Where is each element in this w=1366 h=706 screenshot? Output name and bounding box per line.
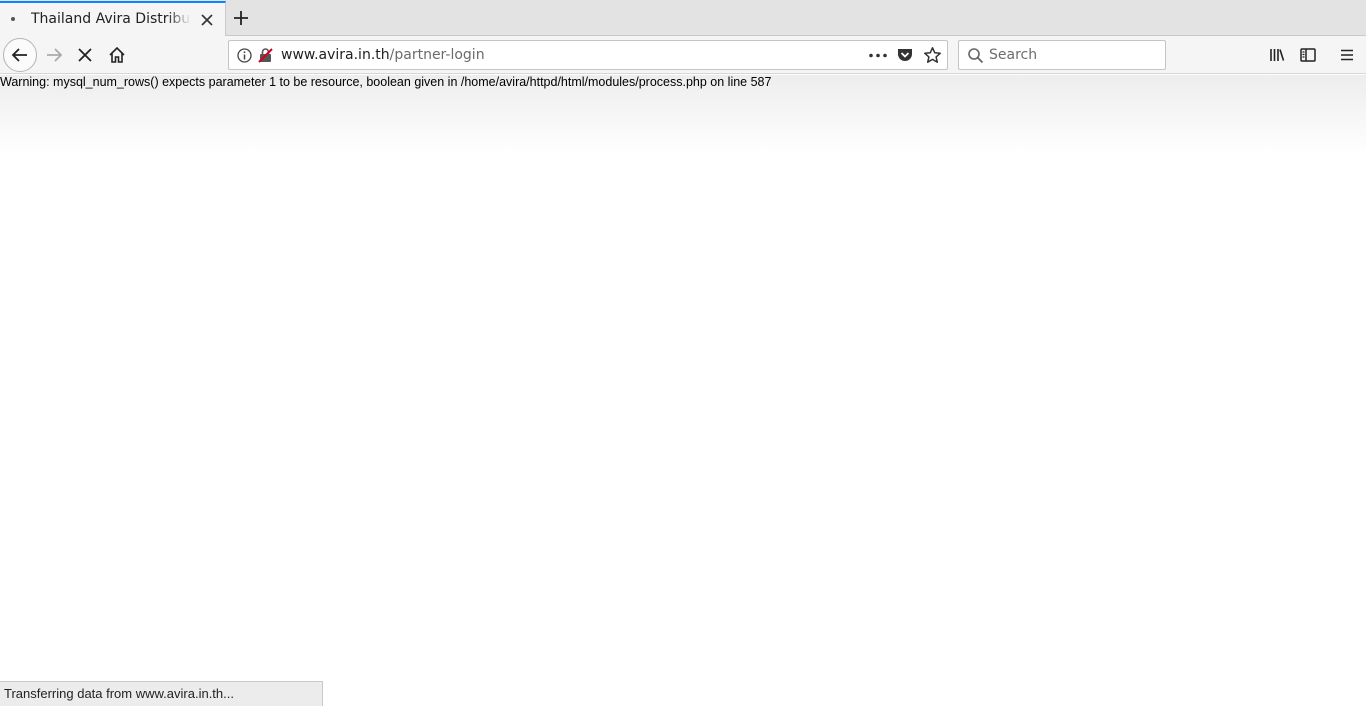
forward-arrow-icon[interactable] [41, 42, 67, 68]
plus-icon[interactable] [229, 6, 253, 30]
status-panel: Transferring data from www.avira.in.th..… [0, 681, 323, 706]
url-domain: www.avira.in.th [281, 47, 390, 63]
star-icon[interactable] [923, 46, 942, 65]
php-warning-text: Warning: mysql_num_rows() expects parame… [0, 75, 772, 89]
url-path: /partner-login [389, 47, 485, 63]
tab-loading-icon [11, 17, 15, 21]
browser-window: Thailand Avira Distributor [0, 0, 1366, 706]
back-arrow-icon[interactable] [3, 38, 37, 72]
page-content: Warning: mysql_num_rows() expects parame… [0, 75, 1366, 706]
sidebar-icon[interactable] [1295, 42, 1321, 68]
more-icon[interactable] [867, 47, 889, 64]
nav-bar: www.avira.in.th/partner-login [0, 36, 1366, 74]
home-icon[interactable] [104, 42, 130, 68]
close-icon[interactable] [198, 11, 216, 29]
insecure-lock-icon[interactable] [257, 47, 274, 64]
search-icon [967, 47, 984, 64]
pocket-icon[interactable] [896, 46, 914, 64]
status-text: Transferring data from www.avira.in.th..… [4, 686, 234, 701]
tab-title: Thailand Avira Distributor [31, 11, 191, 27]
hamburger-menu-icon[interactable] [1334, 42, 1360, 68]
url-bar[interactable]: www.avira.in.th/partner-login [228, 40, 948, 70]
tab-active[interactable]: Thailand Avira Distributor [0, 1, 226, 36]
stop-icon[interactable] [72, 42, 98, 68]
search-input[interactable] [989, 45, 1159, 65]
tab-strip: Thailand Avira Distributor [0, 0, 1366, 36]
library-icon[interactable] [1264, 42, 1290, 68]
info-icon[interactable] [236, 47, 253, 64]
search-bar[interactable] [958, 40, 1166, 70]
url-text[interactable]: www.avira.in.th/partner-login [281, 47, 485, 63]
